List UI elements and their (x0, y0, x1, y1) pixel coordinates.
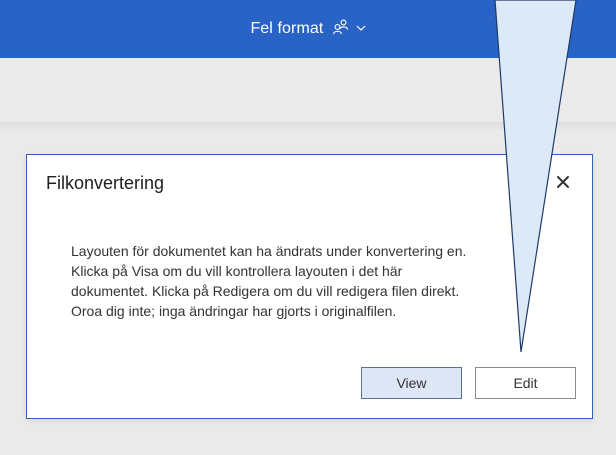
close-button[interactable] (552, 171, 574, 193)
ribbon-shadow (0, 122, 616, 132)
view-button[interactable]: View (361, 367, 462, 399)
file-conversion-dialog: Filkonvertering Layouten för dokumentet … (26, 154, 593, 419)
chevron-down-icon (356, 25, 365, 31)
close-icon (557, 176, 569, 188)
title-bar: Fel format (0, 0, 616, 58)
message-line: Layouten för dokumentet kan ha ändrats u… (71, 243, 467, 259)
dialog-title: Filkonvertering (46, 173, 165, 193)
dialog-message: Layouten för dokumentet kan ha ändrats u… (71, 241, 581, 321)
people-icon (332, 19, 349, 35)
message-line: Klicka på Visa om du vill kontrollera la… (71, 263, 403, 279)
message-line: Oroa dig inte; inga ändringar har gjorts… (71, 303, 397, 319)
document-title-area[interactable]: Fel format (0, 18, 616, 38)
ribbon (0, 58, 616, 123)
edit-button[interactable]: Edit (475, 367, 576, 399)
document-title: Fel format (250, 20, 324, 37)
message-line: dokumentet. Klicka på Redigera om du vil… (71, 283, 460, 299)
